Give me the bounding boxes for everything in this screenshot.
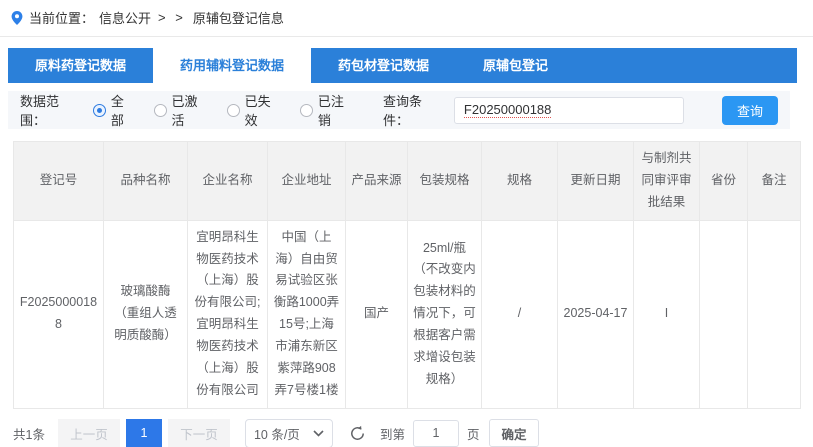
pagination-bar: 共1条 上一页 1 下一页 10 条/页 到第 1 页 确定 — [13, 419, 800, 447]
prev-page-button[interactable]: 上一页 — [58, 419, 120, 447]
tab-excipient[interactable]: 药用辅料登记数据 — [153, 48, 311, 83]
goto-page-value: 1 — [432, 426, 439, 440]
breadcrumb-section[interactable]: 信息公开 — [99, 8, 151, 27]
cell-spec: / — [482, 220, 558, 408]
breadcrumb-current: 原辅包登记信息 — [193, 8, 284, 27]
page: 当前位置： 信息公开 > > 原辅包登记信息 原料药登记数据 药用辅料登记数据 … — [0, 0, 813, 447]
radio-all[interactable]: 全部 — [93, 91, 136, 129]
header-spec: 规格 — [482, 142, 558, 221]
radio-unselected-icon — [300, 104, 313, 117]
breadcrumb-label: 当前位置： — [29, 8, 94, 27]
search-button[interactable]: 查询 — [722, 96, 778, 125]
header-remark: 备注 — [748, 142, 801, 221]
chevron-down-icon — [313, 430, 324, 437]
cell-package-spec: 25ml/瓶（不改变内包装材料的情况下，可根据客户需求增设包装规格） — [408, 220, 482, 408]
tab-raw-material-api[interactable]: 原料药登记数据 — [8, 48, 153, 83]
next-page-button[interactable]: 下一页 — [168, 419, 230, 447]
confirm-button[interactable]: 确定 — [489, 419, 538, 447]
cell-province — [700, 220, 748, 408]
header-update-date: 更新日期 — [558, 142, 634, 221]
refresh-icon[interactable] — [349, 425, 366, 442]
page-unit-label: 页 — [467, 424, 480, 443]
header-company-name: 企业名称 — [188, 142, 268, 221]
header-province: 省份 — [700, 142, 748, 221]
tab-registration[interactable]: 原辅包登记 — [456, 48, 575, 83]
header-product-source: 产品来源 — [346, 142, 408, 221]
breadcrumb-separator: > > — [158, 10, 186, 25]
total-count: 共1条 — [13, 424, 45, 443]
query-label: 查询条件： — [383, 91, 446, 129]
radio-unselected-icon — [154, 104, 167, 117]
table-row: F20250000188 玻璃酸酶（重组人透明质酸酶） 宜明昂科生物医药技术（上… — [14, 220, 801, 408]
cell-joint-review-result: I — [634, 220, 700, 408]
radio-expired[interactable]: 已失效 — [227, 91, 282, 129]
radio-unselected-icon — [227, 104, 240, 117]
radio-activated-label: 已激活 — [172, 91, 209, 129]
radio-selected-icon — [93, 104, 106, 117]
cell-company-name: 宜明昂科生物医药技术（上海）股份有限公司;宜明昂科生物医药技术（上海）股份有限公… — [188, 220, 268, 408]
cell-remark — [748, 220, 801, 408]
filter-bar: 数据范围： 全部 已激活 已失效 已注销 查询条件： F20250000188 … — [8, 91, 790, 129]
page-size-select[interactable]: 10 条/页 — [245, 419, 333, 447]
cell-company-address: 中国（上海）自由贸易试验区张衡路1000弄15号;上海市浦东新区紫萍路908弄7… — [268, 220, 346, 408]
table-header-row: 登记号 品种名称 企业名称 企业地址 产品来源 包装规格 规格 更新日期 与制剂… — [14, 142, 801, 221]
goto-label: 到第 — [380, 424, 405, 443]
header-company-address: 企业地址 — [268, 142, 346, 221]
radio-activated[interactable]: 已激活 — [154, 91, 209, 129]
radio-cancelled[interactable]: 已注销 — [300, 91, 355, 129]
breadcrumb: 当前位置： 信息公开 > > 原辅包登记信息 — [0, 0, 813, 37]
page-number-1[interactable]: 1 — [126, 419, 162, 447]
header-joint-review-result: 与制剂共同审评审批结果 — [634, 142, 700, 221]
cell-product-source: 国产 — [346, 220, 408, 408]
tab-packaging-material[interactable]: 药包材登记数据 — [311, 48, 456, 83]
header-package-spec: 包装规格 — [408, 142, 482, 221]
tab-bar: 原料药登记数据 药用辅料登记数据 药包材登记数据 原辅包登记 — [8, 48, 797, 83]
results-table: 登记号 品种名称 企业名称 企业地址 产品来源 包装规格 规格 更新日期 与制剂… — [13, 141, 801, 409]
goto-page-input[interactable]: 1 — [413, 420, 459, 447]
cell-update-date: 2025-04-17 — [558, 220, 634, 408]
location-pin-icon — [10, 10, 24, 26]
radio-expired-label: 已失效 — [245, 91, 282, 129]
radio-cancelled-label: 已注销 — [318, 91, 355, 129]
cell-product-name: 玻璃酸酶（重组人透明质酸酶） — [104, 220, 188, 408]
header-registration-no: 登记号 — [14, 142, 104, 221]
query-input[interactable]: F20250000188 — [454, 97, 684, 124]
header-product-name: 品种名称 — [104, 142, 188, 221]
page-size-value: 10 条/页 — [254, 424, 300, 443]
cell-registration-no: F20250000188 — [14, 220, 104, 408]
scope-label: 数据范围： — [20, 91, 83, 129]
radio-all-label: 全部 — [111, 91, 136, 129]
query-input-value: F20250000188 — [464, 102, 551, 118]
